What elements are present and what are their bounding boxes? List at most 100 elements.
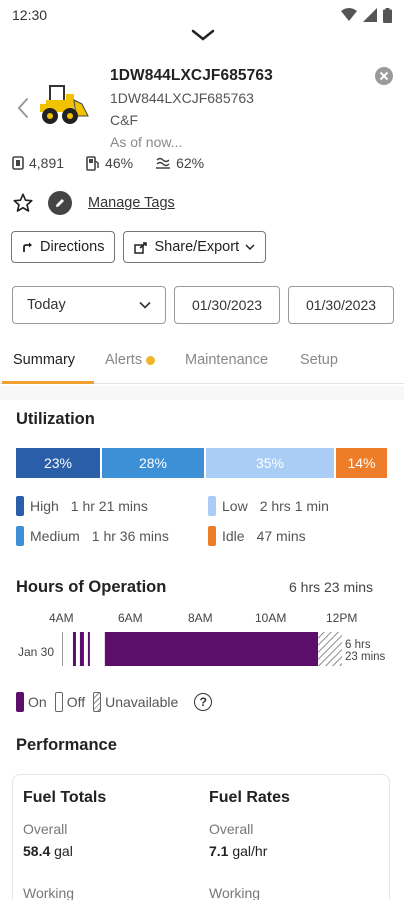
axis-label-8am: 8AM [188, 611, 213, 625]
hour-meter-icon [12, 156, 24, 170]
utilization-segment: 28% [102, 448, 204, 478]
asset-organization: C&F [110, 112, 138, 128]
edit-tags-button[interactable] [48, 191, 72, 215]
utilization-segment: 23% [16, 448, 100, 478]
legend-high-swatch [16, 496, 24, 516]
asset-title: 1DW844LXCJF685763 [110, 67, 273, 84]
fuel-totals-overall-value: 58.4 [23, 843, 51, 859]
legend-idle: Idle 47 mins [208, 526, 306, 546]
date-range-select[interactable]: Today [12, 286, 166, 324]
active-tab-indicator [2, 381, 94, 384]
back-chevron-icon[interactable] [14, 96, 32, 120]
chevron-down-icon [245, 244, 255, 251]
utilization-bar: 23% 28% 35% 14% [16, 448, 388, 478]
detail-tabs: Summary Alerts Maintenance Setup [0, 344, 404, 384]
performance-card: Fuel Totals Overall 58.4 gal Working Fue… [12, 774, 390, 900]
fuel-stat: 46% [86, 155, 133, 171]
fuel-rates-working-label: Working [209, 885, 261, 900]
on-segment [79, 632, 84, 666]
hours-stat: 4,891 [12, 155, 64, 171]
manage-tags-link[interactable]: Manage Tags [88, 195, 175, 211]
legend-low-name: Low [222, 498, 248, 514]
directions-arrow-icon [23, 242, 32, 252]
collapse-chevron-icon[interactable] [188, 28, 218, 42]
fuel-totals-overall-unit: gal [54, 843, 73, 859]
legend-medium-time: 1 hr 36 mins [91, 528, 169, 544]
end-date-field[interactable]: 01/30/2023 [288, 286, 394, 324]
utilization-segment: 14% [336, 448, 387, 478]
fuel-rates-overall-value: 7.1 [209, 843, 229, 859]
legend-on-swatch [16, 692, 24, 712]
tab-maintenance[interactable]: Maintenance [185, 352, 268, 368]
tab-alerts[interactable]: Alerts [105, 352, 156, 368]
tag-row: Manage Tags [12, 190, 175, 216]
date-filter: Today 01/30/2023 01/30/2023 [12, 286, 394, 324]
legend-medium-swatch [16, 526, 24, 546]
def-value: 62% [176, 155, 205, 171]
legend-on: On [16, 692, 47, 712]
timeline-end-minutes: 23 mins [345, 651, 386, 663]
legend-low: Low 2 hrs 1 min [208, 496, 329, 516]
legend-high: High 1 hr 21 mins [16, 496, 148, 516]
legend-idle-name: Idle [222, 528, 245, 544]
fuel-totals-title: Fuel Totals [23, 789, 107, 806]
favorite-star-icon[interactable] [12, 192, 34, 214]
status-bar: 12:30 [0, 0, 404, 30]
legend-low-swatch [208, 496, 216, 516]
axis-label-12pm: 12PM [326, 611, 358, 625]
utilization-title: Utilization [16, 410, 95, 428]
fuel-totals-overall-label: Overall [23, 821, 68, 837]
alert-indicator-dot [146, 355, 156, 365]
start-date-field[interactable]: 01/30/2023 [174, 286, 280, 324]
legend-off: Off [54, 692, 86, 712]
help-icon[interactable]: ? [194, 693, 213, 711]
tab-setup[interactable]: Setup [300, 352, 338, 368]
date-range-value: Today [27, 297, 66, 313]
fuel-pump-icon [86, 155, 99, 171]
legend-high-time: 1 hr 21 mins [70, 498, 148, 514]
fuel-rates-overall-label: Overall [209, 821, 254, 837]
legend-medium: Medium 1 hr 36 mins [16, 526, 169, 546]
hours-of-operation-title: Hours of Operation [16, 578, 167, 596]
battery-icon [383, 7, 392, 23]
action-buttons: Directions Share/Export [11, 231, 267, 263]
legend-off-label: Off [66, 694, 86, 710]
summary-content[interactable]: Utilization 23% 28% 35% 14% High 1 hr 21 mi… [0, 386, 404, 900]
legend-unavailable-swatch [93, 692, 102, 712]
timeline-date-label: Jan 30 [18, 645, 55, 659]
fuel-totals-overall: 58.4 gal [23, 843, 73, 859]
performance-title: Performance [16, 736, 117, 754]
fuel-totals-working-label: Working [23, 885, 75, 900]
legend-off-swatch [54, 692, 63, 712]
legend-high-name: High [30, 498, 59, 514]
timeline-end-label: 6 hrs 23 mins [345, 639, 385, 663]
status-time: 12:30 [12, 7, 48, 23]
summary-panel: Utilization 23% 28% 35% 14% High 1 hr 21 mi… [0, 400, 404, 900]
on-segment [72, 632, 76, 666]
axis-label-6am: 6AM [118, 611, 143, 625]
status-icons [341, 7, 392, 23]
tab-alerts-label: Alerts [105, 352, 143, 368]
wheel-loader-image [40, 85, 89, 124]
def-level-icon [156, 157, 171, 169]
asset-subtitle: 1DW844LXCJF685763 [110, 90, 254, 106]
axis-label-4am: 4AM [49, 611, 74, 625]
close-icon[interactable] [374, 66, 394, 86]
legend-unavailable: Unavailable [93, 692, 178, 712]
operation-timeline [62, 632, 342, 666]
tab-summary[interactable]: Summary [13, 352, 75, 368]
on-segment [104, 632, 319, 666]
directions-label: Directions [40, 239, 105, 255]
hours-of-operation-total: 6 hrs 23 mins [289, 579, 374, 595]
fuel-rates-overall-unit: gal/hr [232, 843, 268, 859]
legend-medium-name: Medium [30, 528, 80, 544]
hours-value: 4,891 [29, 155, 65, 171]
timeline-end-hours: 6 hrs [345, 639, 371, 651]
legend-unavailable-label: Unavailable [105, 694, 179, 710]
chevron-down-icon [139, 301, 151, 309]
hours-legend: On Off Unavailable ? [16, 692, 213, 712]
share-export-button[interactable]: Share/Export [123, 231, 267, 263]
axis-label-10am: 10AM [255, 611, 287, 625]
signal-icon [363, 8, 377, 22]
directions-button[interactable]: Directions [11, 231, 116, 263]
